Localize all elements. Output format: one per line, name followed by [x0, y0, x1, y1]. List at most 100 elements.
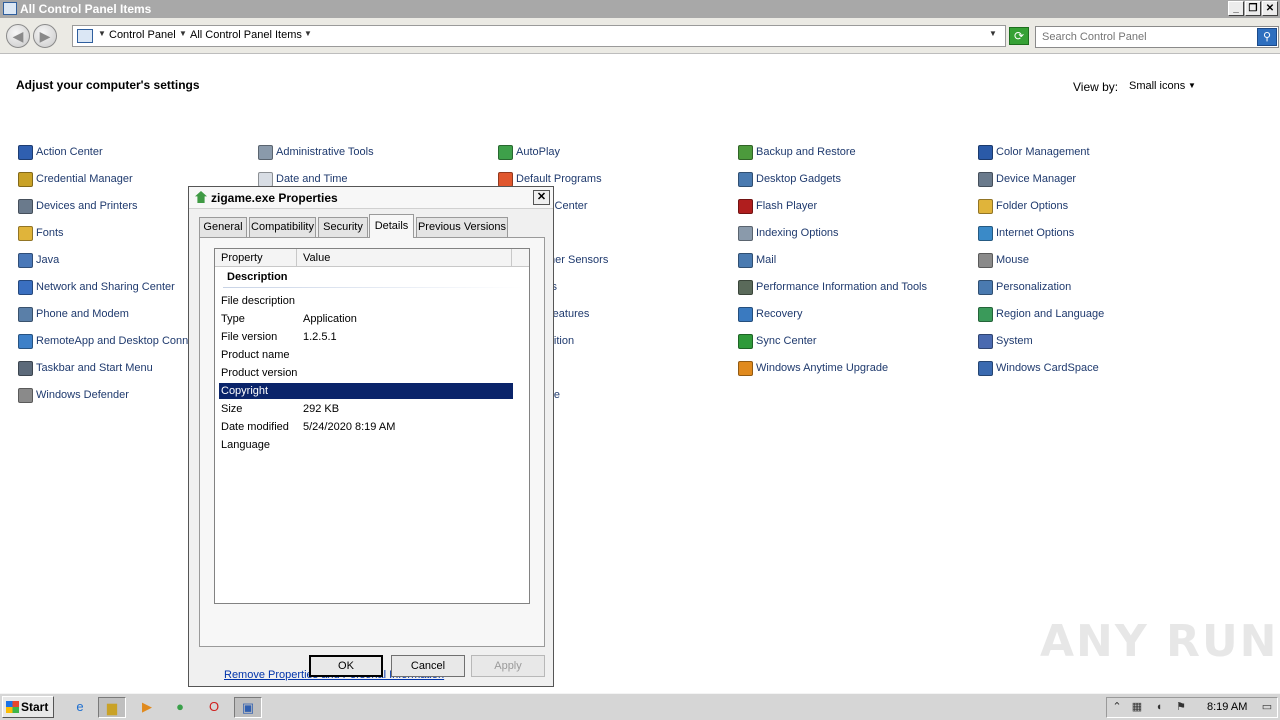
cp-item-label: Internet Options	[996, 227, 1075, 239]
cp-item-label: Mail	[756, 254, 777, 266]
administrative-tools-icon	[258, 145, 273, 160]
dialog-titlebar: zigame.exe Properties ✕	[189, 187, 553, 209]
action-center-flag-icon[interactable]: ⚑	[1173, 700, 1189, 715]
breadcrumb-all-items[interactable]: All Control Panel Items	[190, 29, 302, 41]
opera-icon[interactable]: O	[200, 697, 228, 718]
group-header-description: Description	[227, 271, 288, 283]
minimize-button[interactable]: _	[1228, 1, 1244, 16]
internet-explorer-icon[interactable]: e	[66, 697, 94, 718]
default-programs-icon	[498, 172, 513, 187]
property-name: Date modified	[221, 421, 289, 433]
tab-general[interactable]: General	[199, 217, 247, 237]
control-panel-icon	[77, 29, 93, 43]
performance-information-and-tools-icon	[738, 280, 753, 295]
property-name: Size	[221, 403, 243, 415]
start-button[interactable]: Start	[2, 696, 54, 718]
dialog-close-button[interactable]: ✕	[533, 190, 550, 205]
start-label: Start	[21, 700, 49, 714]
tab-security[interactable]: Security	[318, 217, 368, 237]
maximize-button[interactable]: ❐	[1245, 1, 1261, 16]
close-window-button[interactable]: ✕	[1262, 1, 1278, 16]
list-header: Property Value	[215, 249, 529, 267]
windows-anytime-upgrade-icon	[738, 361, 753, 376]
table-row[interactable]: Product name	[219, 347, 513, 363]
tab-previous-versions[interactable]: Previous Versions	[416, 217, 508, 237]
cp-item-label: Windows CardSpace	[996, 362, 1099, 374]
column-header-value[interactable]: Value	[297, 249, 512, 267]
table-row[interactable]: Date modified 5/24/2020 8:19 AM	[219, 419, 513, 435]
control-panel-icon[interactable]: ▣	[234, 697, 262, 718]
internet-options-icon	[978, 226, 993, 241]
chevron-down-icon[interactable]: ▼	[304, 29, 312, 38]
personalization-icon	[978, 280, 993, 295]
fonts-icon	[18, 226, 33, 241]
cp-item-label: Java	[36, 254, 60, 266]
property-name: Type	[221, 313, 245, 325]
cp-item-label: Network and Sharing Center	[36, 281, 175, 293]
property-name: File version	[221, 331, 278, 343]
tab-compatibility[interactable]: Compatibility	[249, 217, 316, 237]
flash-player-icon	[738, 199, 753, 214]
chevron-right-icon[interactable]: ▼	[179, 29, 187, 38]
chevron-down-icon[interactable]: ▼	[1188, 81, 1196, 90]
back-arrow-icon: ◀	[12, 28, 24, 44]
cp-item-label: Color Management	[996, 146, 1090, 158]
cancel-button[interactable]: Cancel	[391, 655, 465, 677]
show-hidden-icons-icon[interactable]: ⌃	[1109, 700, 1125, 715]
remoteapp-and-desktop-conne-icon	[18, 334, 33, 349]
breadcrumb-control-panel[interactable]: Control Panel	[109, 29, 176, 41]
group-divider	[223, 287, 523, 288]
table-row[interactable]: File version 1.2.5.1	[219, 329, 513, 345]
refresh-icon: ⟳	[1013, 29, 1025, 43]
address-bar[interactable]: ▼ Control Panel ▼ All Control Panel Item…	[72, 25, 1006, 47]
table-row[interactable]: Language	[219, 437, 513, 453]
view-by-dropdown[interactable]: Small icons	[1129, 80, 1185, 92]
property-name: Product name	[221, 349, 290, 361]
back-button[interactable]: ◀	[6, 24, 30, 48]
column-header-property[interactable]: Property	[215, 249, 297, 267]
apply-button[interactable]: Apply	[471, 655, 545, 677]
mail-icon	[738, 253, 753, 268]
property-value: 1.2.5.1	[303, 331, 337, 343]
address-history-dropdown-icon[interactable]: ▼	[989, 29, 997, 38]
cp-item-label: Windows Defender	[36, 389, 129, 401]
cp-item-label: Windows Anytime Upgrade	[756, 362, 889, 374]
volume-icon[interactable]: ◖	[1151, 700, 1167, 715]
table-row[interactable]: Size 292 KB	[219, 401, 513, 417]
ok-button[interactable]: OK	[309, 655, 383, 677]
property-value: Application	[303, 313, 357, 325]
table-row[interactable]: Type Application	[219, 311, 513, 327]
media-player-icon[interactable]: ▶	[133, 697, 161, 718]
windows-logo-icon	[6, 701, 19, 713]
app-icon	[195, 191, 207, 203]
indexing-options-icon	[738, 226, 753, 241]
tab-details[interactable]: Details	[369, 214, 414, 238]
table-row[interactable]: Product version	[219, 365, 513, 381]
cp-item-label: Action Center	[36, 146, 103, 158]
cp-item-label: Flash Player	[756, 200, 818, 212]
dialog-title: zigame.exe Properties	[211, 191, 338, 205]
network-and-sharing-center-icon	[18, 280, 33, 295]
desktop-gadgets-icon	[738, 172, 753, 187]
chevron-right-icon[interactable]: ▼	[98, 29, 106, 38]
taskbar-and-start-menu-icon	[18, 361, 33, 376]
action-center-icon	[18, 145, 33, 160]
explorer-folder-icon[interactable]: ▆	[98, 697, 126, 718]
property-name: File description	[221, 295, 295, 307]
system-icon	[978, 334, 993, 349]
details-list[interactable]: Property Value Description File descript…	[214, 248, 530, 604]
search-box: ⚲	[1035, 26, 1279, 48]
chrome-icon[interactable]: ●	[166, 697, 194, 718]
close-icon: ✕	[536, 191, 547, 203]
address-toolbar: ◀ ▶ ▼ Control Panel ▼ All Control Panel …	[0, 18, 1280, 54]
cp-item-label: Personalization	[996, 281, 1072, 293]
show-desktop-icon[interactable]: ▭	[1259, 700, 1275, 715]
table-row[interactable]: File description	[219, 293, 513, 309]
clock[interactable]: 8:19 AM	[1207, 701, 1247, 713]
search-input[interactable]	[1038, 28, 1252, 46]
table-row[interactable]: Copyright	[219, 383, 513, 399]
refresh-button[interactable]: ⟳	[1009, 27, 1029, 45]
network-icon[interactable]: ▦	[1129, 700, 1145, 715]
forward-button[interactable]: ▶	[33, 24, 57, 48]
search-button[interactable]: ⚲	[1257, 28, 1277, 46]
